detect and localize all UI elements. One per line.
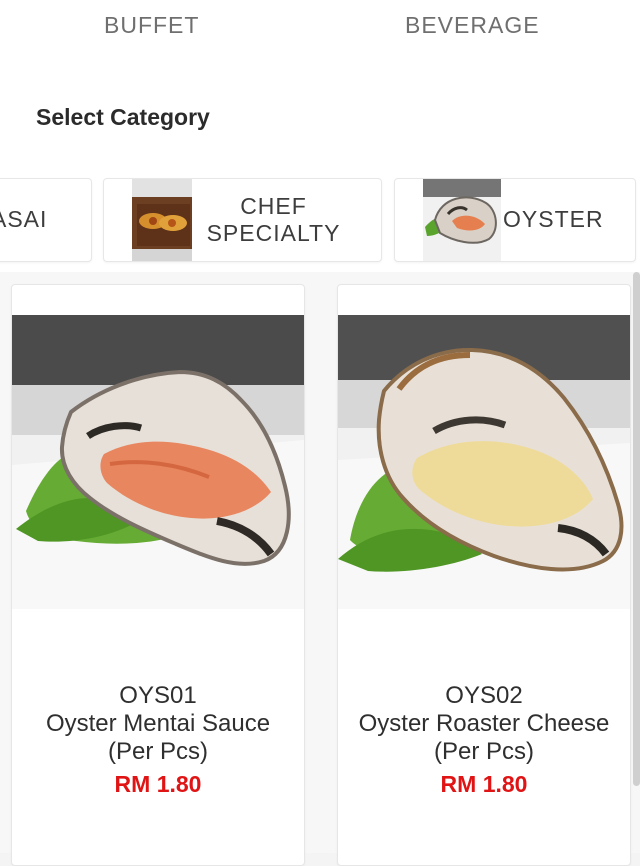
category-label: CHEF SPECIALTY <box>206 192 341 246</box>
category-chef-specialty[interactable]: CHEF SPECIALTY <box>103 178 382 262</box>
category-carousel[interactable]: ASAI CHEF SPECIALTY <box>0 160 640 273</box>
oyster-thumbnail <box>423 179 501 261</box>
product-name: Oyster Roaster Cheese (Per Pcs) <box>358 710 610 765</box>
product-card-oys02[interactable]: OYS02 Oyster Roaster Cheese (Per Pcs) RM… <box>337 284 631 866</box>
product-info: OYS02 Oyster Roaster Cheese (Per Pcs) RM… <box>338 682 630 798</box>
product-code: OYS01 <box>119 682 197 709</box>
tab-buffet[interactable]: BUFFET <box>104 12 199 39</box>
category-section-header: Select Category <box>0 90 640 160</box>
category-label: ASAI <box>0 206 48 233</box>
product-price: RM 1.80 <box>114 771 202 797</box>
product-name: Oyster Mentai Sauce (Per Pcs) <box>45 710 271 765</box>
tab-beverage[interactable]: BEVERAGE <box>405 12 540 39</box>
vertical-scrollbar[interactable] <box>633 272 640 786</box>
page-title: Select Category <box>36 104 210 130</box>
product-code: OYS02 <box>445 682 523 709</box>
product-price: RM 1.80 <box>440 771 528 797</box>
category-oyster[interactable]: OYSTER <box>394 178 636 262</box>
category-label: OYSTER <box>503 206 604 233</box>
chef-specialty-thumbnail <box>132 179 192 261</box>
product-card-oys01[interactable]: OYS01 Oyster Mentai Sauce (Per Pcs) RM 1… <box>11 284 305 866</box>
oyster-cheese-photo <box>338 315 630 609</box>
category-partial[interactable]: ASAI <box>0 178 92 262</box>
oyster-mentai-photo <box>12 315 304 609</box>
product-info: OYS01 Oyster Mentai Sauce (Per Pcs) RM 1… <box>12 682 304 798</box>
top-navigation: BUFFET BEVERAGE <box>0 0 640 90</box>
product-grid: OYS01 Oyster Mentai Sauce (Per Pcs) RM 1… <box>0 272 640 866</box>
